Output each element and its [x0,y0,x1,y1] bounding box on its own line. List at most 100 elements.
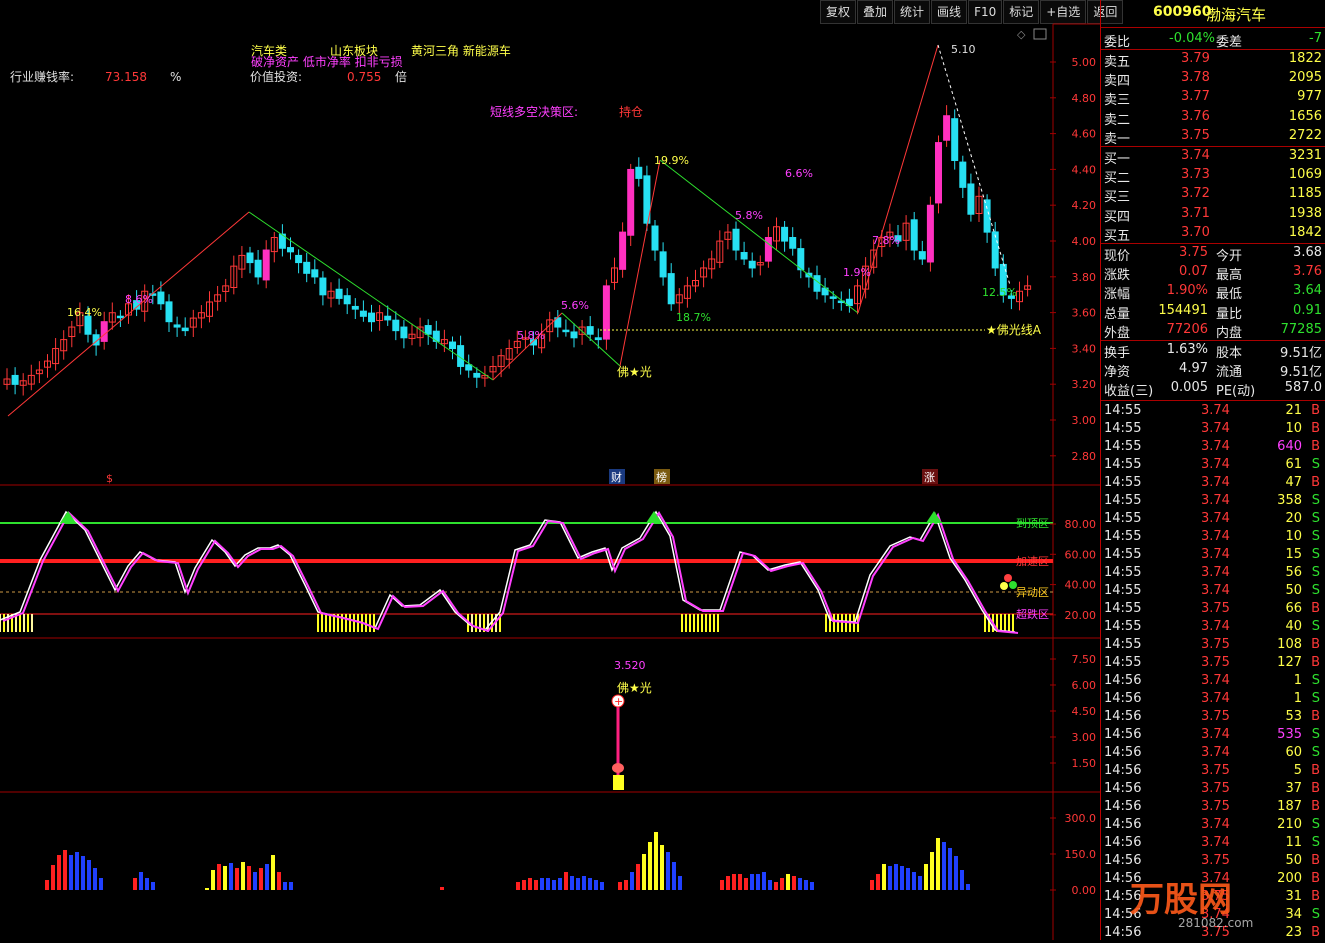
tick-price: 3.75 [1201,709,1230,724]
bid-row: 买三 3.72 1185 [1101,186,1325,205]
tick-volume: 5 [1293,763,1302,778]
fund-label: 净资 [1104,365,1131,381]
volume-bar [774,882,778,890]
volume-bar [768,880,772,890]
tick-side: S [1311,511,1320,526]
tick-time: 14:55 [1104,421,1142,436]
stat-row: 外盘 77206 内盘 77285 [1101,321,1325,341]
tick-price: 3.74 [1201,403,1230,418]
ask-volume: 2722 [1288,127,1322,143]
tick-row: 14:55 3.74 358 S [1101,493,1325,511]
trend-line-dashed [937,44,1011,286]
volume-bar [738,874,742,890]
stat-value: 3.75 [1179,245,1208,260]
candle [116,315,124,319]
y-tick-label: 4.50 [1072,705,1097,718]
bid-row: 买二 3.73 1069 [1101,167,1325,186]
volume-bar [912,872,916,890]
tick-volume: 11 [1285,835,1302,850]
volume-bar [229,863,233,890]
tick-row: 14:55 3.74 10 B [1101,421,1325,439]
marker-dollar[interactable]: $ [106,472,113,485]
stat-value: 77206 [1166,321,1208,337]
volume-bar [882,864,886,890]
volume-bar [440,887,444,890]
stat-value: 0.07 [1179,264,1208,280]
tick-row: 14:55 3.74 50 S [1101,583,1325,601]
tick-time: 14:55 [1104,475,1142,490]
marker-rise[interactable]: 涨 [924,471,935,484]
diamond-icon[interactable]: ◇ [1017,28,1026,41]
quote-panel: 600960 渤海汽车 委比 -0.04% 委差 -7 卖五 3.79 1822 卖四… [1100,0,1325,940]
candle [829,296,837,299]
stock-code: 600960 [1153,4,1212,20]
bid-label: 买五 [1104,228,1131,244]
bid-row: 买四 3.71 1938 [1101,206,1325,225]
fund-value: 0.005 [1170,380,1208,396]
stat-value: 77285 [1280,321,1322,337]
volume-bar [564,872,568,890]
kline-chart-area[interactable]: 行业赚钱率: 73.158 % 价值投资: 0.755 倍 汽车类 山东板块 黄… [0,0,1100,940]
volume-bar [277,872,281,890]
bid-price: 3.72 [1181,186,1210,202]
volume-bar [582,876,586,890]
volume-bar [205,888,209,890]
tick-time: 14:56 [1104,817,1142,832]
plus-glyph: + [614,695,623,708]
tick-side: S [1311,529,1320,544]
candle [951,118,959,162]
window-icon[interactable] [1033,28,1047,40]
tick-time: 14:55 [1104,619,1142,634]
marker-finance[interactable]: 财 [611,470,622,484]
volume-bar [660,845,664,890]
candle [983,199,991,233]
candle [343,295,351,305]
volume-bar [247,866,251,890]
fund-label: 流通 [1216,365,1243,381]
zone-oversold-label: 超跌区 [1016,607,1049,621]
tick-row: 14:56 3.74 1 S [1101,691,1325,709]
tick-row: 14:56 3.74 1 S [1101,673,1325,691]
tick-side: B [1311,799,1320,814]
volume-y-axis: 300.0 150.0 0.00 [1050,812,1096,897]
candle [967,183,975,215]
y-tick-label: 4.80 [1072,92,1097,105]
zone-accel-label: 加速区 [1016,555,1049,568]
candle [335,288,343,299]
tick-price: 3.74 [1201,727,1230,742]
volume-bar [217,864,221,890]
volume-bar [894,864,898,890]
stat-label: 涨跌 [1104,268,1131,284]
tick-side: S [1311,619,1320,634]
annotation: 18.7% [676,311,711,324]
annotation: 16.4% [67,306,102,319]
y-tick-label: 4.40 [1072,163,1097,176]
tick-side: B [1311,781,1320,796]
buddha-line-label: ★佛光线A [986,323,1042,337]
weibi-value: -0.04% [1169,31,1215,46]
ask-row: 卖二 3.76 1656 [1101,109,1325,128]
tick-volume: 10 [1285,529,1302,544]
candle [157,291,165,305]
marker-list[interactable]: 榜 [656,470,667,484]
tick-volume: 187 [1277,799,1302,814]
tick-row: 14:55 3.74 15 S [1101,547,1325,565]
stat-label: 涨幅 [1104,287,1131,303]
candle [926,204,934,263]
annotation: 8.6% [125,293,153,306]
volume-bar [45,880,49,890]
volume-bar [966,884,970,890]
y-tick-label: 3.80 [1072,271,1097,284]
tick-time: 14:56 [1104,835,1142,850]
tick-time: 14:56 [1104,853,1142,868]
bid-price: 3.73 [1181,167,1210,183]
tick-volume: 50 [1285,583,1302,598]
zone-anomaly-label: 异动区 [1016,586,1049,599]
tick-row: 14:55 3.74 47 B [1101,475,1325,493]
tick-side: S [1311,835,1320,850]
volume-bar [259,868,263,890]
fund-value: 9.51亿 [1280,365,1322,381]
tick-time: 14:55 [1104,439,1142,454]
stat-label: 量比 [1216,306,1243,322]
main-y-axis: 5.00 4.80 4.60 4.40 4.20 4.00 3.80 3.60 3.40 3.20… [1050,56,1096,463]
